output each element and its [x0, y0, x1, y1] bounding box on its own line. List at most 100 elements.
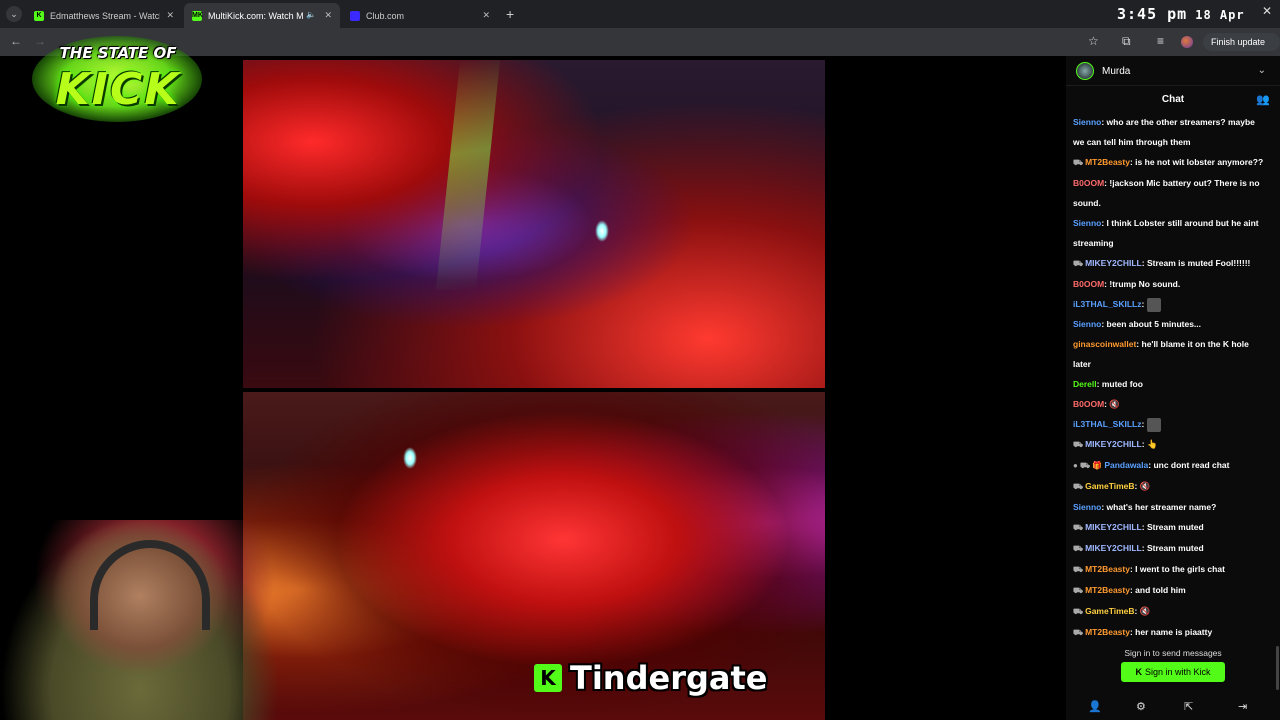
chat-emote-icon — [1146, 297, 1161, 312]
chat-message-text: sound. — [1073, 198, 1101, 208]
chat-message: ⛟ MIKEY2CHILL: 👆 — [1073, 439, 1158, 449]
clock-time: 3:45 pm — [1117, 5, 1188, 23]
add-friend-icon[interactable]: 👤 — [1088, 700, 1102, 713]
chat-message-text: Stream muted — [1146, 543, 1204, 553]
chat-message-text: we can tell him through them — [1073, 137, 1191, 147]
chat-message: Derell: muted foo — [1073, 379, 1143, 389]
chat-message-text: what's her streamer name? — [1106, 502, 1217, 512]
club-favicon-icon — [350, 10, 360, 21]
chat-username[interactable]: Sienno — [1073, 502, 1101, 512]
media-controls-icon[interactable]: ≡ — [1157, 34, 1164, 48]
chat-panel: Murda ⌄ Chat 👥 Sienno: who are the other… — [1066, 56, 1280, 720]
chat-message: we can tell him through them — [1073, 132, 1273, 152]
chat-username[interactable]: MIKEY2CHILL — [1085, 258, 1142, 268]
chat-message: iL3THAL_SKILLz: — [1073, 414, 1273, 434]
tab-close-icon[interactable]: ✕ — [324, 10, 332, 21]
extensions-icon[interactable]: ⧉ — [1122, 34, 1131, 49]
chat-username[interactable]: MT2Beasty — [1085, 585, 1130, 595]
chat-message: B0OOM: !trump No sound. — [1073, 279, 1181, 289]
caption-text: Tindergate — [570, 659, 768, 697]
logo-kick-text: KICK — [55, 64, 181, 115]
profile-avatar[interactable] — [1181, 36, 1193, 48]
window-close-button[interactable]: ✕ — [1262, 4, 1272, 18]
chat-message: ⛟ MIKEY2CHILL: Stream muted — [1073, 543, 1204, 553]
bookmark-star-icon[interactable]: ☆ — [1088, 34, 1099, 48]
users-icon[interactable]: 👥 — [1256, 93, 1270, 106]
chat-username[interactable]: MIKEY2CHILL — [1085, 439, 1142, 449]
state-of-kick-logo: THE STATE OF KICK — [22, 24, 214, 130]
chat-message-text: !trump No sound. — [1109, 279, 1181, 289]
chat-badge-icon: ⛟ — [1073, 565, 1084, 574]
chat-username[interactable]: MIKEY2CHILL — [1085, 522, 1142, 532]
chat-message-text: 👆 — [1146, 439, 1158, 449]
chat-message: ● ⛟ 🎁 Pandawala: unc dont read chat — [1073, 460, 1230, 470]
tab-close-icon[interactable]: ✕ — [482, 10, 490, 21]
neon-sign — [595, 220, 609, 242]
chat-username[interactable]: GameTimeB — [1085, 481, 1134, 491]
tab-close-icon[interactable]: ✕ — [166, 10, 174, 21]
chat-message: Sienno: I think Lobster still around but… — [1073, 218, 1259, 228]
collapse-chat-icon[interactable]: ⇥ — [1238, 700, 1247, 713]
chat-message: later — [1073, 354, 1273, 374]
sign-in-prompt: Sign in to send messages — [1124, 648, 1222, 658]
chat-badge-icon: ⛟ — [1073, 607, 1084, 616]
chat-message-text: Stream muted — [1146, 522, 1204, 532]
sign-in-button[interactable]: K Sign in with Kick — [1121, 662, 1225, 682]
chat-message: ⛟ GameTimeB: 🔇 — [1073, 606, 1151, 616]
tab-audio-icon[interactable]: 🔈 — [306, 10, 316, 19]
chat-username[interactable]: Sienno — [1073, 319, 1101, 329]
tab-title: Edmatthews Stream - Watch Live — [50, 10, 160, 21]
chat-message: ⛟ MT2Beasty: and told him — [1073, 585, 1186, 595]
chat-username[interactable]: Pandawala — [1104, 460, 1148, 470]
chat-message-text: Stream is muted Fool!!!!!! — [1146, 258, 1251, 268]
chat-message: Sienno: what's her streamer name? — [1073, 502, 1217, 512]
chat-messages: Sienno: who are the other streamers? may… — [1073, 112, 1273, 643]
multikick-favicon-icon: MK — [192, 10, 203, 21]
chat-username[interactable]: ginascoinwallet — [1073, 339, 1136, 349]
chat-username[interactable]: Sienno — [1073, 117, 1101, 127]
stream-caption: K Tindergate — [534, 657, 767, 699]
chat-username[interactable]: B0OOM — [1073, 399, 1104, 409]
chat-message: ⛟ MIKEY2CHILL: Stream is muted Fool!!!!!! — [1073, 258, 1251, 268]
chat-username[interactable]: Derell — [1073, 379, 1097, 389]
chat-username[interactable]: MT2Beasty — [1085, 157, 1130, 167]
chat-username[interactable]: GameTimeB — [1085, 606, 1134, 616]
chat-username[interactable]: iL3THAL_SKILLz — [1073, 419, 1141, 429]
chat-username[interactable]: B0OOM — [1073, 178, 1104, 188]
chat-badge-icon: ⛟ — [1073, 440, 1084, 449]
chat-message: streaming — [1073, 233, 1273, 253]
chat-message: ⛟ MT2Beasty: her name is piaatty — [1073, 627, 1213, 637]
tab-club[interactable]: Club.com ✕ — [342, 3, 498, 28]
chat-message-text: and told him — [1135, 585, 1186, 595]
popout-icon[interactable]: ⇱ — [1184, 700, 1193, 713]
tab-search-icon[interactable]: ⌄ — [6, 6, 22, 22]
kick-favicon-icon: K — [34, 10, 44, 21]
laser-light — [435, 60, 501, 290]
chevron-down-icon[interactable]: ⌄ — [1258, 65, 1266, 76]
settings-gear-icon[interactable]: ⚙ — [1136, 700, 1146, 713]
chat-message-text: 🔇 — [1139, 481, 1151, 491]
chat-message: iL3THAL_SKILLz: — [1073, 294, 1273, 314]
chat-username[interactable]: B0OOM — [1073, 279, 1104, 289]
chat-badge-icon: ⛟ — [1073, 628, 1084, 637]
tab-title: Club.com — [366, 10, 405, 21]
chat-message: Sienno: who are the other streamers? may… — [1073, 117, 1255, 127]
chat-username[interactable]: MT2Beasty — [1085, 627, 1130, 637]
chat-message: B0OOM: 🔇 — [1073, 399, 1120, 409]
new-tab-button[interactable]: + — [506, 6, 514, 22]
chat-message-text: who are the other streamers? maybe — [1106, 117, 1255, 127]
chat-username[interactable]: MIKEY2CHILL — [1085, 543, 1142, 553]
chat-username[interactable]: Sienno — [1073, 218, 1101, 228]
chat-username[interactable]: MT2Beasty — [1085, 564, 1130, 574]
chat-badge-icon: ● ⛟ 🎁 — [1073, 461, 1103, 470]
stream-video-top[interactable] — [243, 60, 825, 388]
chat-badge-icon: ⛟ — [1073, 544, 1084, 553]
chat-message: ⛟ MT2Beasty: I went to the girls chat — [1073, 564, 1225, 574]
back-arrow-icon[interactable]: ← — [10, 34, 22, 48]
chat-message-text: her name is piaatty — [1135, 627, 1213, 637]
chat-username[interactable]: iL3THAL_SKILLz — [1073, 299, 1141, 309]
finish-update-button[interactable]: Finish update ⋮ — [1203, 33, 1280, 65]
channel-selector[interactable]: Murda ⌄ — [1066, 56, 1280, 86]
chat-badge-icon: ⛟ — [1073, 586, 1084, 595]
chat-message: Sienno: been about 5 minutes... — [1073, 319, 1202, 329]
